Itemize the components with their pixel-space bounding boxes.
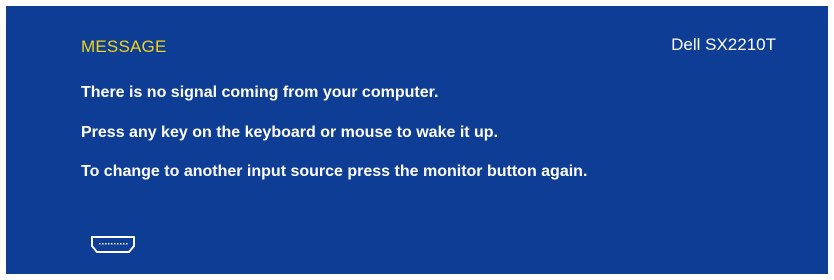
no-signal-message: There is no signal coming from your comp… (81, 84, 439, 101)
wake-instruction-message: Press any key on the keyboard or mouse t… (81, 124, 499, 141)
osd-message-panel: MESSAGE Dell SX2210T There is no signal … (6, 6, 828, 274)
input-source-instruction-message: To change to another input source press … (81, 163, 588, 180)
hdmi-connector-icon (91, 236, 135, 253)
message-title: MESSAGE (81, 37, 167, 56)
monitor-model-label: Dell SX2210T (671, 35, 776, 54)
